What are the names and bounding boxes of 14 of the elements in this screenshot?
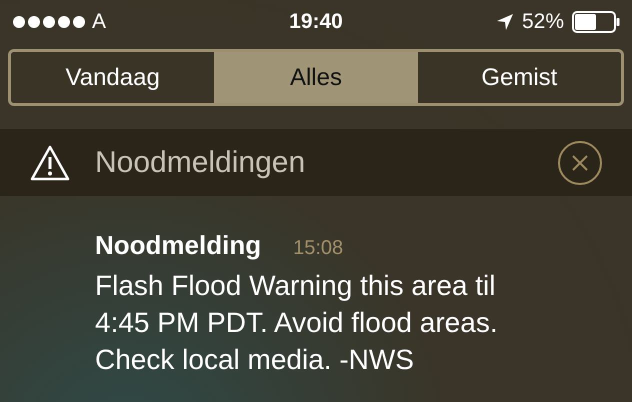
carrier-name: A	[92, 9, 106, 36]
clock-time: 19:40	[289, 9, 343, 36]
close-button[interactable]	[558, 140, 602, 184]
battery-percentage: 52%	[522, 9, 564, 36]
location-arrow-icon	[496, 13, 514, 31]
close-icon	[571, 154, 589, 172]
notification-title: Noodmelding	[95, 229, 262, 262]
notification-message: Flash Flood Warning this area til 4:45 PM PDT. Avoid flood areas. Check local media. -NWS	[95, 269, 499, 377]
signal-icon	[12, 15, 86, 29]
notification-time: 15:08	[293, 236, 344, 261]
warning-icon	[30, 144, 70, 180]
segment-tab[interactable]: Alles	[214, 52, 418, 103]
section-title: Noodmeldingen	[95, 145, 306, 181]
battery-icon	[572, 11, 620, 33]
